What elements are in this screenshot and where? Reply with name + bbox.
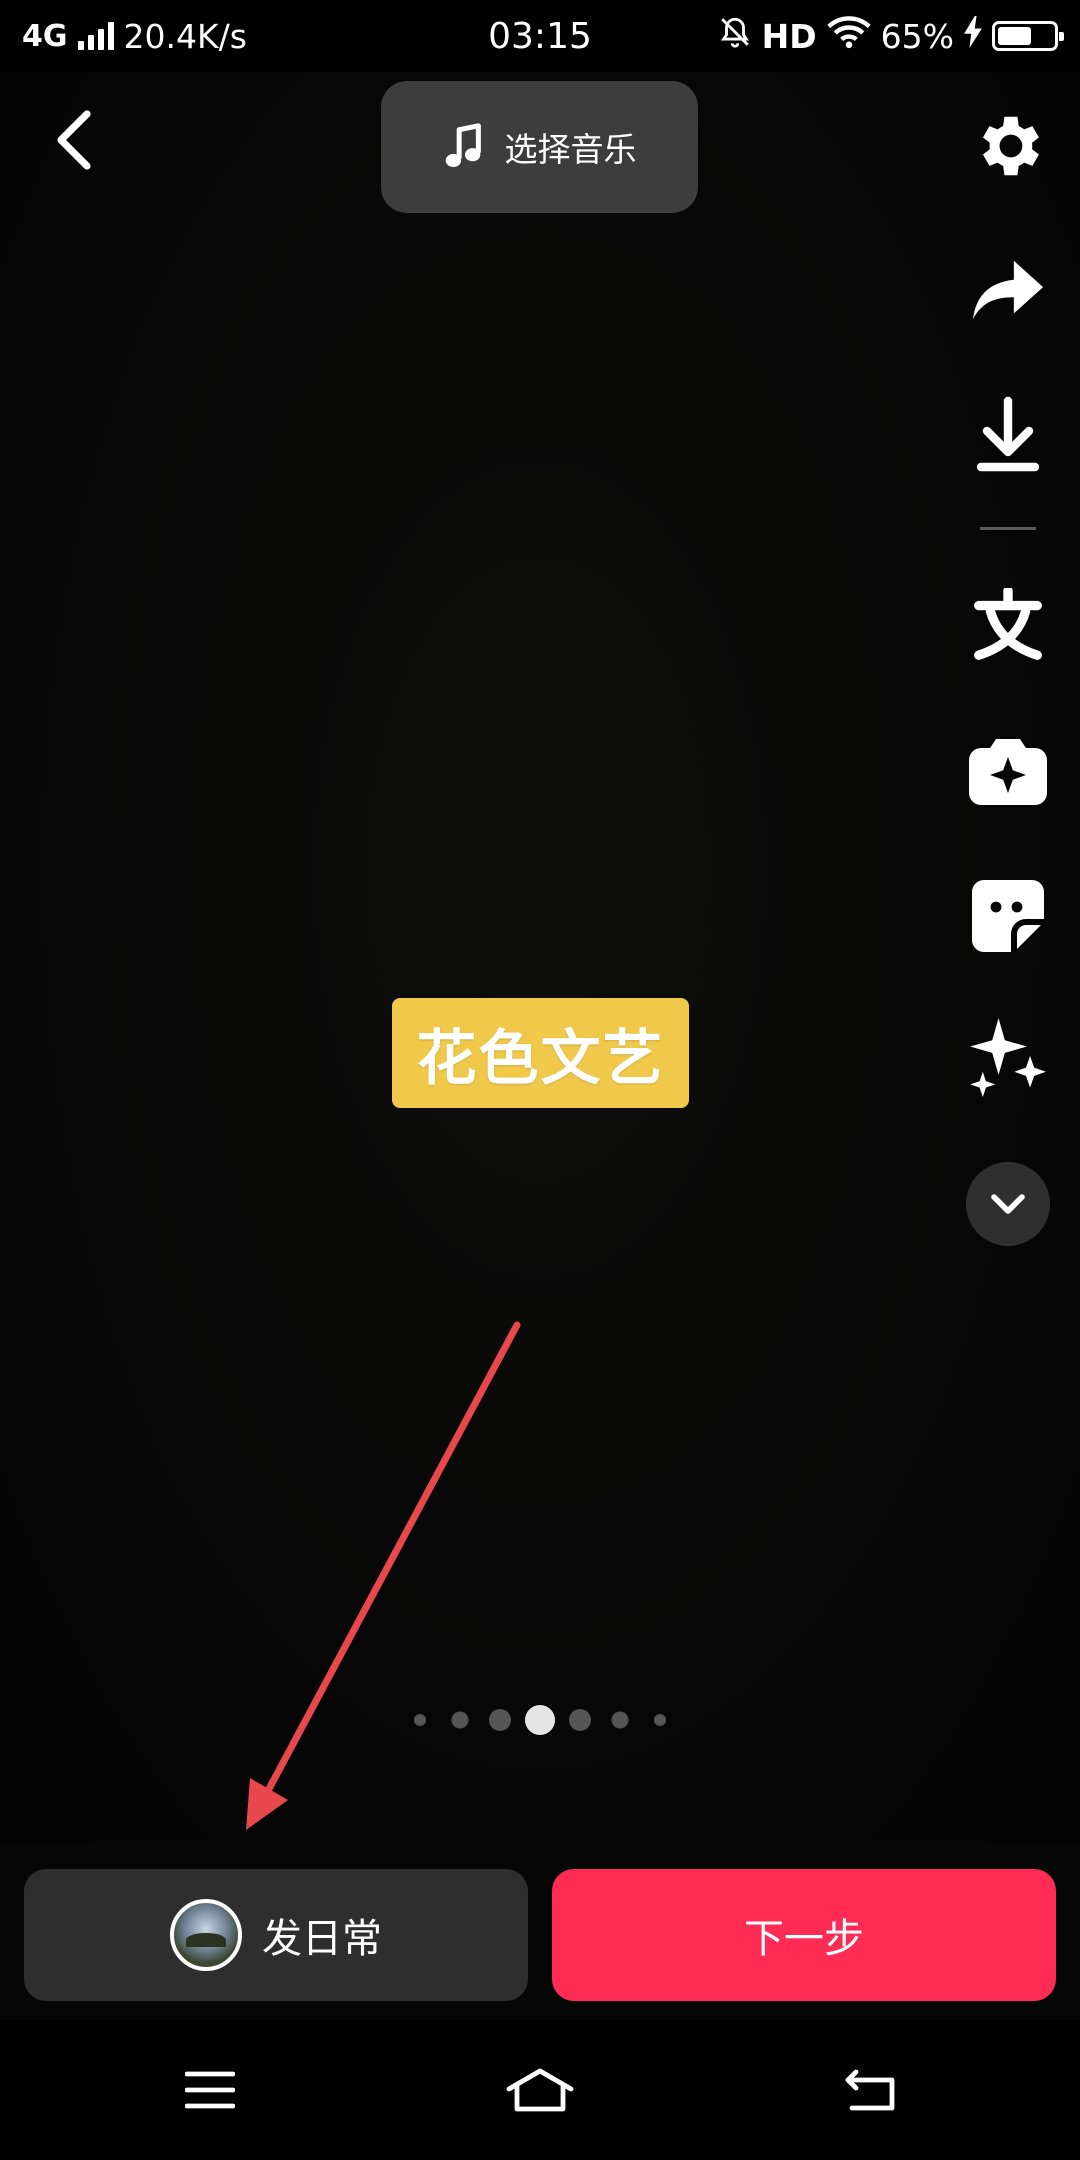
effects-icon — [969, 739, 1047, 805]
settings-button[interactable] — [964, 102, 1052, 190]
battery-fill — [998, 27, 1031, 45]
sticker-button[interactable] — [964, 872, 1052, 960]
share-icon — [972, 260, 1044, 320]
network-speed: 20.4K/s — [123, 16, 247, 56]
toolbar-divider — [980, 527, 1036, 530]
wifi-icon — [826, 15, 871, 57]
screen: 4G 20.4K/s 03:15 HD 65% 选择音乐 花色文艺 发日常 下一… — [0, 0, 1080, 2160]
next-step-button[interactable]: 下一步 — [552, 1869, 1056, 2001]
avatar — [170, 1899, 242, 1971]
hd-badge: HD — [761, 16, 817, 56]
sticker-icon — [972, 880, 1044, 952]
network-type: 4G — [22, 18, 68, 54]
select-music-button[interactable]: 选择音乐 — [381, 81, 698, 213]
page-dot — [654, 1714, 666, 1726]
status-bar: 4G 20.4K/s 03:15 HD 65% — [0, 0, 1080, 72]
mute-bell-icon — [718, 14, 752, 58]
music-note-icon — [445, 123, 481, 167]
battery-percent: 65% — [880, 16, 954, 56]
next-step-label: 下一步 — [744, 1916, 864, 1962]
menu-icon — [185, 2071, 235, 2109]
post-daily-label: 发日常 — [262, 1916, 382, 1962]
more-tools-button[interactable] — [966, 1162, 1050, 1246]
page-dot — [451, 1711, 469, 1729]
back-button[interactable] — [40, 100, 110, 180]
effects-button[interactable] — [964, 728, 1052, 816]
page-dot — [414, 1714, 426, 1726]
page-dot — [489, 1709, 511, 1731]
text-sticker[interactable]: 花色文艺 — [392, 998, 689, 1108]
status-right: HD 65% — [718, 14, 1064, 58]
chevron-left-icon — [57, 110, 91, 170]
select-music-label: 选择音乐 — [504, 130, 637, 169]
battery-icon — [992, 21, 1064, 51]
charging-icon — [964, 16, 982, 56]
page-dot — [611, 1711, 629, 1729]
text-button[interactable] — [964, 582, 1052, 670]
nav-menu-button[interactable] — [160, 2050, 260, 2130]
share-button[interactable] — [964, 246, 1052, 334]
sparkle-icon — [970, 1018, 1046, 1097]
download-button[interactable] — [964, 390, 1052, 478]
post-daily-button[interactable]: 发日常 — [24, 1869, 528, 2001]
nav-home-button[interactable] — [490, 2050, 590, 2130]
chevron-down-icon — [991, 1194, 1025, 1214]
page-indicator — [0, 1700, 1080, 1740]
video-preview[interactable] — [0, 72, 1080, 1844]
status-left: 4G 20.4K/s — [22, 17, 247, 56]
text-icon — [974, 588, 1042, 660]
signal-icon — [77, 22, 114, 50]
back-icon — [845, 2069, 895, 2111]
sparkle-button[interactable] — [964, 1012, 1052, 1100]
nav-back-button[interactable] — [820, 2050, 920, 2130]
page-dot-active — [525, 1705, 555, 1735]
page-dot — [569, 1709, 591, 1731]
home-icon — [506, 2068, 574, 2112]
download-icon — [976, 396, 1040, 472]
settings-icon — [982, 116, 1039, 176]
system-nav-bar — [0, 2020, 1080, 2160]
